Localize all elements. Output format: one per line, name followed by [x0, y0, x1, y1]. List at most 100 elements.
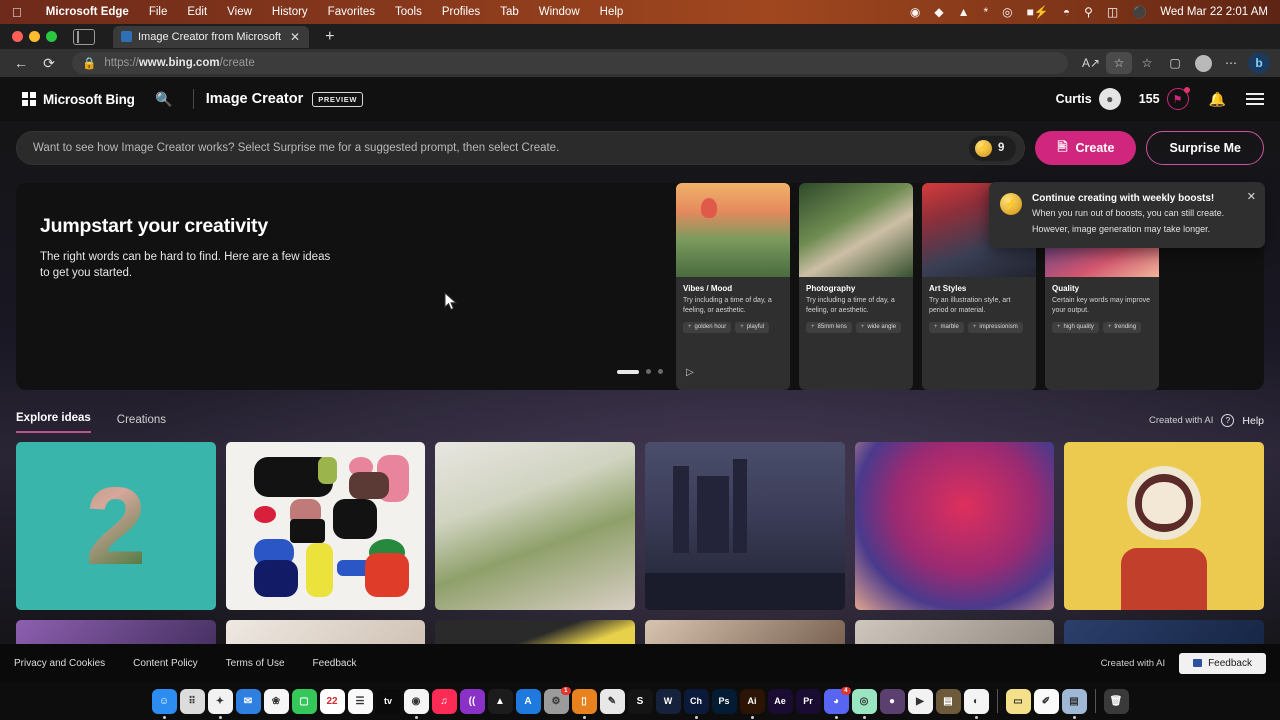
more-options-icon[interactable]: ⋯: [1218, 52, 1244, 74]
read-aloud-icon[interactable]: A↗: [1078, 52, 1104, 74]
idea-tag[interactable]: + high quality: [1052, 321, 1099, 333]
bluetooth-icon[interactable]: *: [976, 5, 995, 19]
new-tab-button[interactable]: +: [319, 28, 340, 46]
profile-avatar-icon[interactable]: [1190, 52, 1216, 74]
carousel-dot-active[interactable]: [617, 369, 639, 374]
dock-icon-chrome[interactable]: ◉: [403, 688, 429, 719]
dock-icon-mail[interactable]: ✉: [235, 688, 261, 714]
gallery-item-succulent-bouquet[interactable]: [435, 442, 635, 610]
dock-icon-system-settings[interactable]: ⚙ 1: [543, 686, 571, 714]
dock-icon-photoshop[interactable]: Ps: [711, 688, 737, 714]
dock-icon-obs[interactable]: ◎: [851, 688, 877, 719]
idea-tag[interactable]: +85mm lens: [806, 321, 852, 333]
dock-icon-sublime-text[interactable]: S: [627, 688, 653, 714]
footer-link-privacy-and-cookies[interactable]: Privacy and Cookies: [14, 658, 105, 669]
menu-item-history[interactable]: History: [262, 6, 318, 18]
timer-icon[interactable]: ◎: [995, 5, 1019, 19]
vlc-icon[interactable]: ▲: [951, 5, 977, 19]
tab-explore-ideas[interactable]: Explore ideas: [16, 412, 91, 433]
collections-icon[interactable]: ▢: [1162, 52, 1188, 74]
browser-tab[interactable]: Image Creator from Microsoft ✕: [113, 25, 310, 48]
window-traffic-lights[interactable]: [0, 31, 57, 42]
dock-icon-reminders[interactable]: ☰: [347, 688, 373, 714]
dock-icon-launchpad[interactable]: ⠿: [179, 688, 205, 714]
menu-item-window[interactable]: Window: [529, 6, 590, 18]
hamburger-menu-icon[interactable]: [1246, 92, 1264, 106]
dock-icon-books[interactable]: ▯: [571, 688, 597, 719]
wifi-icon[interactable]: ◓: [1056, 5, 1077, 19]
dock-icon-orb-app[interactable]: ●: [879, 688, 905, 714]
dock-icon-trash[interactable]: 🗑: [1103, 688, 1129, 714]
menu-item-tab[interactable]: Tab: [490, 6, 529, 18]
carousel-dot[interactable]: [646, 369, 651, 374]
footer-link-content-policy[interactable]: Content Policy: [133, 658, 197, 669]
close-icon[interactable]: ✕: [287, 30, 303, 44]
carousel-pagination[interactable]: [617, 369, 663, 374]
help-circle-icon[interactable]: ?: [1221, 414, 1235, 427]
favorites-icon[interactable]: ☆: [1134, 52, 1160, 74]
dock-icon-photos[interactable]: ❀: [263, 688, 289, 714]
menu-item-help[interactable]: Help: [590, 6, 634, 18]
dock-icon-notes[interactable]: ▭: [1005, 688, 1031, 714]
gallery-item-astronaut-shiba[interactable]: [1064, 442, 1264, 610]
idea-tag[interactable]: + golden hour: [683, 321, 732, 333]
menu-item-file[interactable]: File: [139, 6, 178, 18]
dock-icon-app-store[interactable]: A: [515, 688, 541, 714]
dock-icon-facetime[interactable]: ▢: [291, 688, 317, 714]
search-icon[interactable]: 🔍: [147, 82, 181, 116]
close-window-button[interactable]: [12, 31, 23, 42]
dock-icon-safari[interactable]: ✦: [207, 688, 233, 719]
favorite-add-icon[interactable]: ☆: [1106, 52, 1132, 74]
gallery-item-colorful-eyeshadow[interactable]: [854, 442, 1055, 610]
dock-icon-stickies[interactable]: ✎: [599, 688, 625, 714]
zoom-window-button[interactable]: [46, 31, 57, 42]
sidebar-toggle-icon[interactable]: [73, 28, 95, 45]
dock-icon-notepad[interactable]: ✐: [1033, 688, 1059, 714]
idea-tag[interactable]: + marble: [929, 321, 964, 333]
dock-icon-apple-tv[interactable]: tv: [375, 688, 401, 714]
reload-icon[interactable]: ⟳: [36, 52, 62, 74]
notification-bell-icon[interactable]: 🔔: [1209, 91, 1226, 108]
carousel-next-icon[interactable]: ▷: [686, 367, 694, 378]
dock-icon-vlc[interactable]: ▲: [487, 688, 513, 714]
back-arrow-icon[interactable]: ←: [8, 52, 34, 74]
dock-icon-character-animator[interactable]: Ch: [683, 688, 709, 719]
prompt-input[interactable]: [33, 142, 970, 154]
surprise-me-button[interactable]: Surprise Me: [1146, 131, 1264, 165]
dock-icon-word[interactable]: W: [655, 688, 681, 714]
dock-icon-after-effects[interactable]: Ae: [767, 688, 793, 714]
spotlight-search-icon[interactable]: ⚲: [1077, 5, 1100, 19]
rewards-widget[interactable]: 155 ⚑: [1139, 87, 1190, 110]
dock-icon-premiere-pro[interactable]: Pr: [795, 688, 821, 714]
bing-chat-icon[interactable]: b: [1246, 52, 1272, 74]
apple-icon[interactable]: : [0, 6, 36, 19]
dock-icon-podcasts[interactable]: ((: [459, 688, 485, 714]
dock-icon-edge[interactable]: ◐: [963, 688, 989, 719]
idea-tag[interactable]: + trending: [1102, 321, 1142, 333]
idea-card-photography[interactable]: Photography Try including a time of day,…: [799, 183, 913, 390]
dock-icon-media-player[interactable]: ▶: [907, 688, 933, 714]
microsoft-bing-logo[interactable]: Microsoft Bing: [16, 92, 135, 107]
idea-card-vibes-mood[interactable]: Vibes / Mood Try including a time of day…: [676, 183, 790, 390]
dock-icon-calendar[interactable]: 22: [319, 688, 345, 714]
menu-item-tools[interactable]: Tools: [385, 6, 432, 18]
menu-item-microsoft-edge[interactable]: Microsoft Edge: [36, 6, 139, 18]
footer-link-feedback[interactable]: Feedback: [313, 658, 357, 669]
dock-icon-discord[interactable]: ◕ 4: [823, 686, 851, 719]
create-button[interactable]: 🖹 Create: [1035, 131, 1137, 165]
close-icon[interactable]: ✕: [1247, 190, 1256, 203]
avatar[interactable]: ●: [1098, 88, 1121, 110]
carousel-dot[interactable]: [658, 369, 663, 374]
gallery-item-abstract-shapes[interactable]: [225, 442, 426, 610]
gallery-item-floral-number-two[interactable]: 2: [16, 442, 216, 610]
feedback-button[interactable]: Feedback: [1179, 652, 1266, 674]
footer-link-terms-of-use[interactable]: Terms of Use: [226, 658, 285, 669]
dock-icon-downloads-folder[interactable]: ▤: [1061, 688, 1087, 719]
menu-item-profiles[interactable]: Profiles: [432, 6, 490, 18]
dock-icon-photo-app[interactable]: ▤: [935, 688, 961, 714]
prompt-input-wrapper[interactable]: ⚡ 9: [16, 131, 1026, 165]
dock-icon-music[interactable]: ♫: [431, 688, 457, 714]
battery-charging-icon[interactable]: ■⚡: [1020, 5, 1056, 19]
boost-counter[interactable]: ⚡ 9: [969, 135, 1017, 161]
idea-tag[interactable]: + wide angle: [855, 321, 902, 333]
